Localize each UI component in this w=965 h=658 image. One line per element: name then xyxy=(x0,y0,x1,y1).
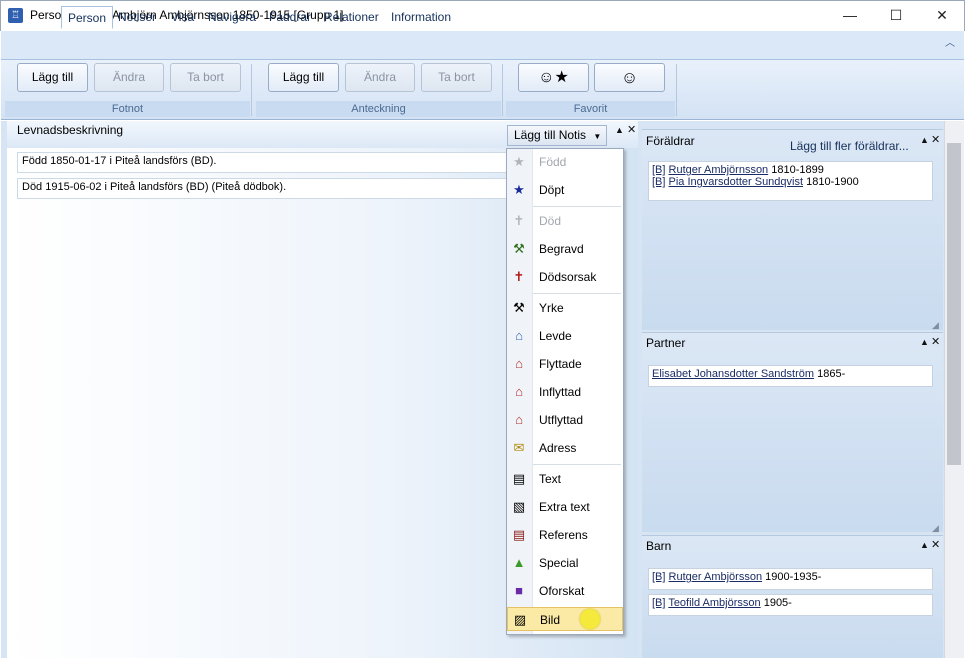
panel-up-icon[interactable]: ▲ xyxy=(920,337,929,347)
menu-item-utflyttad[interactable]: ⌂ Utflyttad xyxy=(507,408,623,432)
fotnot-add-button[interactable]: Lägg till xyxy=(17,63,88,92)
tab-person[interactable]: Person xyxy=(61,6,114,29)
house-out-icon: ⌂ xyxy=(515,412,523,427)
fotnot-group-label: Fotnot xyxy=(5,101,250,117)
face-icon: ☺ xyxy=(620,68,639,87)
unresearched-icon: ■ xyxy=(515,583,523,598)
menu-item-referens[interactable]: ▤ Referens xyxy=(507,523,623,547)
menu-item-levde[interactable]: ⌂ Levde xyxy=(507,324,623,348)
tab-information[interactable]: Information xyxy=(385,6,457,29)
parents-title: Föräldrar xyxy=(646,134,695,148)
resize-grip-icon[interactable]: ◢ xyxy=(932,320,939,331)
picture-icon: ▨ xyxy=(513,612,527,627)
favorite-face-button[interactable]: ☺ xyxy=(594,63,665,92)
ribbon-separator xyxy=(676,64,677,116)
menu-item-fodd[interactable]: ★ Född xyxy=(507,150,623,174)
parents-list: [B] Rutger Ambjörnsson 1810-1899 [B] Pia… xyxy=(648,161,933,201)
star-face-icon: ☺★ xyxy=(538,69,569,86)
ribbon-separator xyxy=(502,64,503,116)
anteckning-group-label: Anteckning xyxy=(256,101,501,117)
close-button[interactable]: ✕ xyxy=(919,0,965,30)
anteckning-add-button[interactable]: Lägg till xyxy=(268,63,339,92)
maximize-button[interactable]: ☐ xyxy=(873,0,919,30)
family-tree-icon[interactable]: ♖ xyxy=(8,8,23,23)
panel-close-icon[interactable]: ✕ xyxy=(931,135,940,146)
list-item[interactable]: [B] Pia Ingvarsdotter Sundqvist 1810-190… xyxy=(652,176,929,188)
menu-item-bild[interactable]: ▨ Bild xyxy=(507,607,623,631)
list-item[interactable]: [B] Rutger Ambjörnsson 1810-1899 xyxy=(652,164,929,176)
parents-panel xyxy=(642,129,943,330)
menu-item-begravd[interactable]: ⚒ Begravd xyxy=(507,237,623,261)
chevron-up-icon[interactable]: ︿ xyxy=(944,38,956,50)
menu-item-special[interactable]: ▲ Special xyxy=(507,551,623,575)
panel-up-icon[interactable]: ▲ xyxy=(920,135,929,145)
partner-panel xyxy=(642,332,943,532)
panel-close-icon[interactable]: ✕ xyxy=(627,125,636,136)
star-icon: ★ xyxy=(513,182,525,197)
extra-text-icon: ▧ xyxy=(512,499,526,514)
partner-title: Partner xyxy=(646,336,686,350)
menu-item-yrke[interactable]: ⚒ Yrke xyxy=(507,296,623,320)
shovel-icon: ⚒ xyxy=(513,241,525,256)
menu-item-inflyttad[interactable]: ⌂ Inflyttad xyxy=(507,380,623,404)
warning-icon: ▲ xyxy=(512,555,526,570)
menu-item-dopt[interactable]: ★ Döpt xyxy=(507,178,623,202)
envelope-icon: ✉ xyxy=(513,440,525,455)
house-move-icon: ⌂ xyxy=(515,356,523,371)
menu-separator xyxy=(533,206,621,207)
tab-notiser[interactable]: Notiser xyxy=(112,6,162,29)
add-notis-dropdown[interactable]: Lägg till Notis ▼ xyxy=(507,125,607,146)
cross-red-icon: ✝ xyxy=(513,269,525,284)
favorit-group-label: Favorit xyxy=(506,101,675,117)
partner-list: Elisabet Johansdotter Sandström 1865- xyxy=(648,365,933,387)
event-row-born[interactable]: Född 1850-01-17 i Piteå landsförs (BD). xyxy=(17,152,509,173)
fotnot-edit-button[interactable]: Ändra xyxy=(94,63,164,92)
menu-separator xyxy=(533,293,621,294)
menu-item-adress[interactable]: ✉ Adress xyxy=(507,436,623,460)
list-item[interactable]: [B] Rutger Ambjörsson 1900-1935- xyxy=(648,568,933,590)
minimize-button[interactable]: — xyxy=(827,0,873,30)
children-title: Barn xyxy=(646,539,672,553)
panel-up-icon[interactable]: ▲ xyxy=(615,125,624,135)
favorite-star-face-button[interactable]: ☺★ xyxy=(518,63,589,92)
panel-close-icon[interactable]: ✕ xyxy=(931,337,940,348)
hammer-icon: ⚒ xyxy=(513,300,525,315)
add-notis-label: Lägg till Notis xyxy=(514,128,587,142)
scrollbar-thumb[interactable] xyxy=(947,143,961,465)
reference-icon: ▤ xyxy=(512,527,526,542)
star-icon: ★ xyxy=(513,154,525,169)
tab-relationer[interactable]: Relationer xyxy=(318,6,385,29)
house-icon: ⌂ xyxy=(515,328,523,343)
fotnot-remove-button[interactable]: Ta bort xyxy=(170,63,241,92)
cross-icon: ✝ xyxy=(513,213,525,228)
list-item[interactable]: [B] Teofild Ambjörsson 1905- xyxy=(648,594,933,616)
house-in-icon: ⌂ xyxy=(515,384,523,399)
text-icon: ▤ xyxy=(512,471,526,486)
ribbon-separator xyxy=(251,64,252,116)
menu-item-flyttade[interactable]: ⌂ Flyttade xyxy=(507,352,623,376)
panel-up-icon[interactable]: ▲ xyxy=(920,540,929,550)
menu-item-dodsorsak[interactable]: ✝ Dödsorsak xyxy=(507,265,623,289)
panel-close-icon[interactable]: ✕ xyxy=(931,540,940,551)
menu-item-oforskat[interactable]: ■ Oforskat xyxy=(507,579,623,603)
levnadsbeskrivning-title: Levnadsbeskrivning xyxy=(17,123,124,137)
cursor-indicator xyxy=(580,609,600,629)
tab-visa[interactable]: Visa xyxy=(165,6,200,29)
menu-item-text[interactable]: ▤ Text xyxy=(507,467,623,491)
event-row-died[interactable]: Död 1915-06-02 i Piteå landsförs (BD) (P… xyxy=(17,178,509,199)
list-item[interactable]: Elisabet Johansdotter Sandström 1865- xyxy=(652,368,929,380)
resize-grip-icon[interactable]: ◢ xyxy=(932,523,939,534)
anteckning-edit-button[interactable]: Ändra xyxy=(345,63,415,92)
menu-separator xyxy=(533,464,621,465)
menu-item-extra-text[interactable]: ▧ Extra text xyxy=(507,495,623,519)
add-more-parents-link[interactable]: Lägg till fler föräldrar... xyxy=(790,139,909,153)
ribbon-tab-bar xyxy=(1,31,964,60)
anteckning-remove-button[interactable]: Ta bort xyxy=(421,63,492,92)
tab-faddrar[interactable]: Faddrar xyxy=(263,6,317,29)
menu-item-dod[interactable]: ✝ Död xyxy=(507,209,623,233)
tab-navigera[interactable]: Navigera xyxy=(202,6,262,29)
dropdown-arrow-icon: ▼ xyxy=(593,132,602,141)
